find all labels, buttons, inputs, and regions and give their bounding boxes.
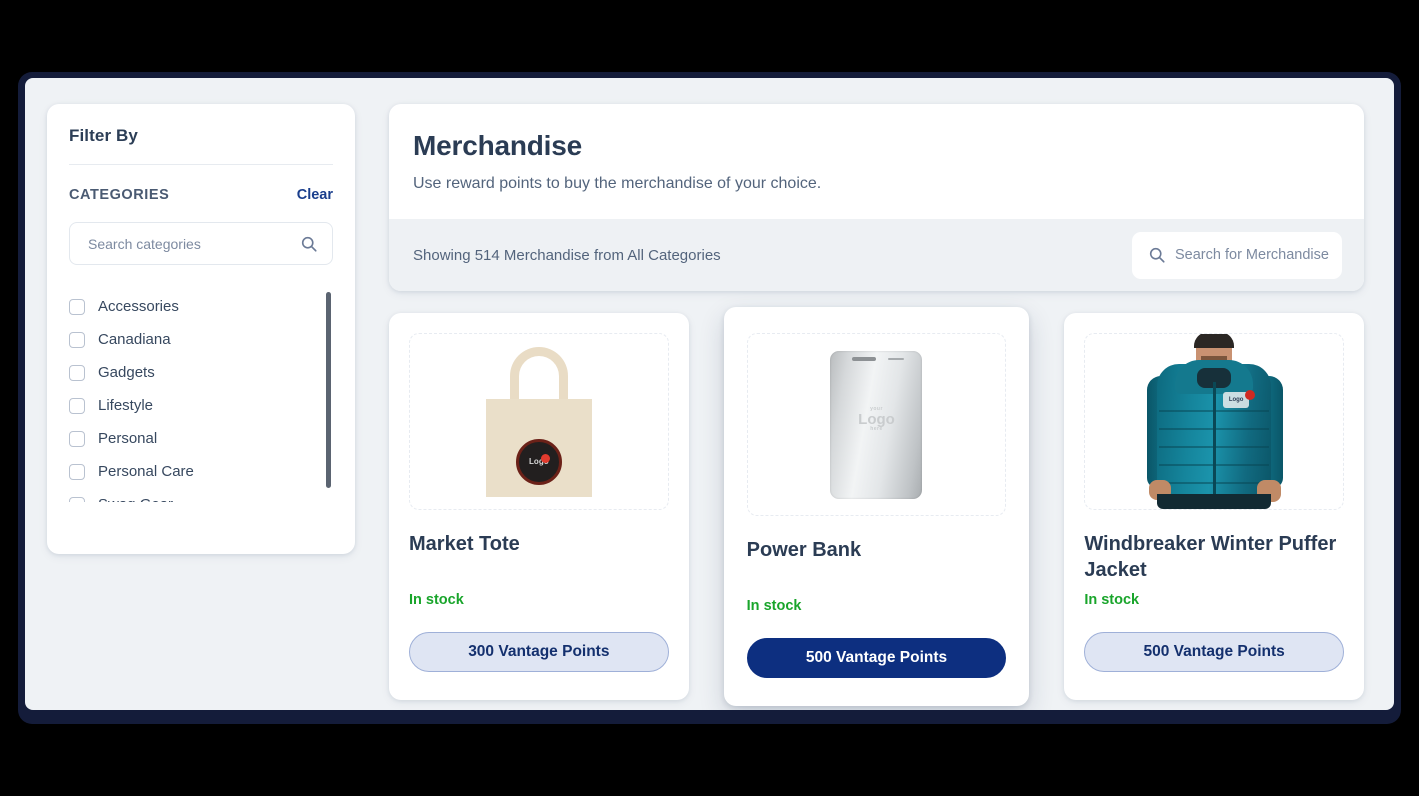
category-search-input[interactable] — [88, 235, 300, 252]
redeem-points-button[interactable]: 500 Vantage Points — [746, 638, 1007, 678]
results-count-text: Showing 514 Merchandise from All Categor… — [413, 246, 721, 264]
category-list: Accessories Canadiana Gadgets Lifestyle … — [69, 290, 333, 502]
product-card-market-tote[interactable]: Logo Market Tote In stock 300 Vantage Po… — [389, 313, 689, 700]
product-image-container: your Logo here — [746, 333, 1007, 516]
categories-label: CATEGORIES — [69, 187, 170, 203]
merchandise-search-input[interactable] — [1175, 247, 1330, 263]
results-toolbar: Showing 514 Merchandise from All Categor… — [389, 219, 1364, 291]
sidebar-divider — [69, 164, 333, 165]
category-item-lifestyle[interactable]: Lifestyle — [69, 389, 309, 422]
puffer-jacket-image: Logo — [1139, 334, 1289, 509]
header-text-block: Merchandise Use reward points to buy the… — [389, 104, 1364, 219]
power-bank-image: your Logo here — [830, 350, 923, 499]
clear-filters-link[interactable]: Clear — [297, 187, 333, 203]
checkbox-icon[interactable] — [69, 298, 85, 315]
browser-frame: Filter By CATEGORIES Clear Search catego… — [18, 72, 1401, 724]
filter-sidebar: Filter By CATEGORIES Clear Search catego… — [47, 104, 355, 554]
merchandise-search-box[interactable] — [1132, 231, 1342, 279]
page-layout: Filter By CATEGORIES Clear Search catego… — [25, 78, 1394, 710]
category-list-container: Accessories Canadiana Gadgets Lifestyle … — [69, 290, 333, 502]
checkbox-icon[interactable] — [69, 430, 85, 447]
category-scrollbar[interactable] — [326, 292, 331, 498]
checkbox-icon[interactable] — [69, 397, 85, 414]
product-name: Power Bank — [746, 539, 862, 561]
filter-by-heading: Filter By — [69, 126, 138, 145]
product-image-container: Logo — [409, 333, 669, 510]
category-label: Personal — [98, 430, 158, 447]
category-item-personal-care[interactable]: Personal Care — [69, 455, 309, 488]
category-item-swag-gear[interactable]: Swag Gear — [69, 488, 309, 502]
redeem-points-button[interactable]: 300 Vantage Points — [409, 632, 669, 672]
category-label: Gadgets — [98, 364, 155, 381]
product-name: Windbreaker Winter Puffer Jacket — [1084, 533, 1337, 581]
redeem-points-button[interactable]: 500 Vantage Points — [1084, 632, 1344, 672]
category-item-canadiana[interactable]: Canadiana — [69, 323, 309, 356]
stock-status: In stock — [409, 592, 464, 608]
brand-logo-badge: your Logo here — [858, 405, 895, 432]
category-item-accessories[interactable]: Accessories — [69, 290, 309, 323]
product-image-container: Logo — [1084, 333, 1344, 510]
category-item-gadgets[interactable]: Gadgets — [69, 356, 309, 389]
product-card-power-bank[interactable]: your Logo here Power Bank In stock 500 V… — [723, 307, 1030, 706]
tote-bag-image: Logo — [480, 346, 598, 497]
stock-status: In stock — [746, 598, 802, 614]
category-label: Accessories — [98, 298, 179, 315]
checkbox-icon[interactable] — [69, 331, 85, 348]
product-grid: Logo Market Tote In stock 300 Vantage Po… — [389, 307, 1364, 706]
category-search-box[interactable] — [69, 222, 333, 265]
page-title: Merchandise — [413, 130, 582, 161]
checkbox-icon[interactable] — [69, 364, 85, 381]
category-label: Canadiana — [98, 331, 171, 348]
product-name: Market Tote — [409, 533, 520, 555]
category-label: Lifestyle — [98, 397, 154, 414]
search-icon — [300, 235, 318, 253]
app-viewport: Filter By CATEGORIES Clear Search catego… — [25, 78, 1394, 710]
merchandise-main: Merchandise Use reward points to buy the… — [389, 104, 1364, 710]
category-label: Swag Gear — [98, 496, 173, 502]
checkbox-icon[interactable] — [69, 463, 85, 480]
stock-status: In stock — [1084, 592, 1140, 608]
categories-header: CATEGORIES Clear — [69, 187, 333, 203]
merchandise-header-card: Merchandise Use reward points to buy the… — [389, 104, 1364, 291]
product-card-puffer-jacket[interactable]: Logo Windbreaker Winter Puffer Jacket In… — [1064, 313, 1364, 700]
search-icon — [1148, 246, 1166, 264]
brand-logo-badge: Logo — [515, 438, 562, 485]
category-scrollbar-thumb[interactable] — [326, 292, 331, 488]
category-item-personal[interactable]: Personal — [69, 422, 309, 455]
page-subtitle: Use reward points to buy the merchandise… — [413, 175, 822, 192]
category-label: Personal Care — [98, 463, 194, 480]
checkbox-icon[interactable] — [69, 496, 85, 502]
